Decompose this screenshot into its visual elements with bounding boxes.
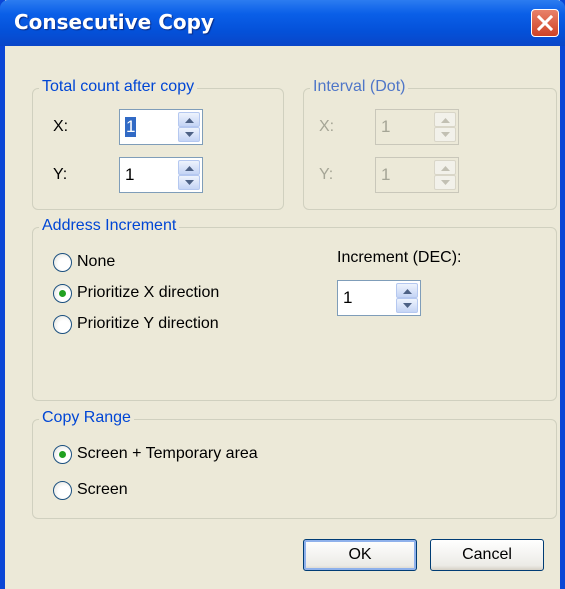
- total-count-x-label: X:: [53, 118, 69, 135]
- address-increment-legend: Address Increment: [39, 217, 180, 235]
- total-count-y-label: Y:: [53, 166, 68, 183]
- copy-range-legend: Copy Range: [39, 409, 134, 427]
- total-count-x-value[interactable]: 1: [125, 117, 137, 137]
- arrow-down-icon: [441, 180, 450, 185]
- radio-prioritize-x[interactable]: [53, 284, 72, 303]
- total-count-x-down-button[interactable]: [178, 127, 200, 142]
- radio-none-label[interactable]: None: [77, 253, 115, 271]
- total-count-y-up-button[interactable]: [178, 160, 200, 175]
- interval-x-spinner: 1: [375, 109, 459, 145]
- close-button[interactable]: [531, 9, 559, 37]
- title-bar[interactable]: Consecutive Copy: [0, 0, 565, 46]
- arrow-up-icon: [185, 118, 194, 123]
- radio-selected-dot: [59, 290, 66, 297]
- increment-spinner[interactable]: 1: [337, 280, 421, 316]
- interval-x-label: X:: [319, 118, 335, 135]
- interval-legend: Interval (Dot): [310, 78, 409, 96]
- radio-none[interactable]: [53, 253, 72, 272]
- increment-value[interactable]: 1: [343, 288, 352, 308]
- total-count-y-spinner[interactable]: 1: [119, 157, 203, 193]
- total-count-y-value[interactable]: 1: [125, 165, 134, 185]
- interval-group: Interval (Dot) X: 1 Y: 1: [303, 78, 557, 210]
- total-count-x-up-button[interactable]: [178, 112, 200, 127]
- interval-y-spinner: 1: [375, 157, 459, 193]
- radio-screen-label[interactable]: Screen: [77, 481, 128, 499]
- arrow-up-icon: [441, 166, 450, 171]
- interval-x-up-button: [434, 112, 456, 127]
- increment-label: Increment (DEC):: [337, 249, 462, 266]
- interval-y-value: 1: [381, 165, 391, 184]
- arrow-up-icon: [185, 166, 194, 171]
- total-count-legend: Total count after copy: [39, 78, 198, 96]
- arrow-up-icon: [403, 289, 412, 294]
- arrow-down-icon: [185, 132, 194, 137]
- arrow-down-icon: [441, 132, 450, 137]
- interval-y-label: Y:: [319, 166, 334, 183]
- dialog-body: Total count after copy X: 1 Y: 1 Interva…: [5, 46, 560, 589]
- total-count-x-spinner[interactable]: 1: [119, 109, 203, 145]
- cancel-button[interactable]: Cancel: [430, 539, 544, 571]
- radio-screen[interactable]: [53, 481, 72, 500]
- increment-down-button[interactable]: [396, 298, 418, 313]
- arrow-down-icon: [185, 180, 194, 185]
- window-title: Consecutive Copy: [14, 10, 214, 34]
- radio-prioritize-x-label[interactable]: Prioritize X direction: [77, 284, 219, 302]
- radio-selected-dot: [59, 451, 66, 458]
- arrow-down-icon: [403, 303, 412, 308]
- interval-x-down-button: [434, 127, 456, 142]
- interval-x-value: 1: [381, 117, 391, 136]
- radio-screen-temporary[interactable]: [53, 445, 72, 464]
- total-count-y-down-button[interactable]: [178, 175, 200, 190]
- ok-button[interactable]: OK: [303, 539, 417, 571]
- copy-range-group: Copy Range Screen + Temporary area Scree…: [32, 409, 557, 519]
- consecutive-copy-dialog: Consecutive Copy Total count after copy …: [0, 0, 565, 589]
- interval-y-down-button: [434, 175, 456, 190]
- total-count-group: Total count after copy X: 1 Y: 1: [32, 78, 284, 210]
- address-increment-group: Address Increment None Prioritize X dire…: [32, 217, 557, 401]
- interval-y-up-button: [434, 160, 456, 175]
- radio-prioritize-y[interactable]: [53, 315, 72, 334]
- radio-prioritize-y-label[interactable]: Prioritize Y direction: [77, 315, 219, 333]
- close-icon: [537, 15, 553, 31]
- radio-screen-temporary-label[interactable]: Screen + Temporary area: [77, 445, 258, 463]
- arrow-up-icon: [441, 118, 450, 123]
- increment-up-button[interactable]: [396, 283, 418, 298]
